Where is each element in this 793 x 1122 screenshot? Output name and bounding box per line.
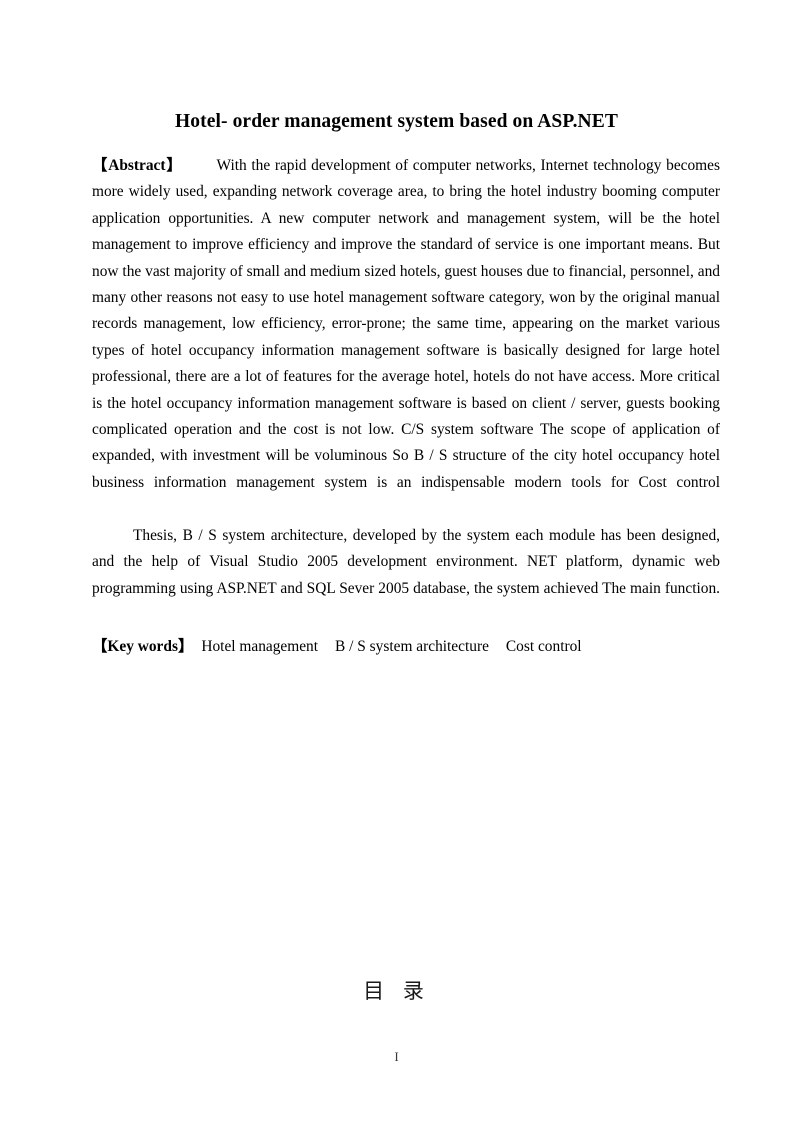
abstract-close-bracket: 】 [165,156,183,174]
keywords-open-bracket: 【 [92,637,108,655]
abstract-label: Abstract [108,157,166,174]
document-page: Hotel- order management system based on … [0,0,793,1122]
page-title: Hotel- order management system based on … [175,111,618,133]
abstract-paragraph-2: Thesis, B / S system architecture, devel… [92,526,720,597]
keywords-label: Key words [107,638,178,655]
toc-heading: 目 录 [363,979,430,1003]
abstract-paragraph-1: 【Abstract】 With the rapid development of … [92,152,720,523]
keyword-item-1: Hotel management [201,638,319,655]
page-number: I [394,1049,399,1064]
abstract-section: 【Abstract】 With the rapid development of … [92,152,720,628]
abstract-open-bracket: 【 [92,156,109,174]
abstract-body-text-1: With the rapid development of computer n… [92,157,720,491]
keyword-item-3: Cost control [505,638,582,655]
keywords-close-bracket: 】 [177,637,194,655]
keyword-item-2: B / S system architecture [335,638,489,655]
keywords-section: 【Key words】 Hotel management B / S system … [92,633,720,660]
